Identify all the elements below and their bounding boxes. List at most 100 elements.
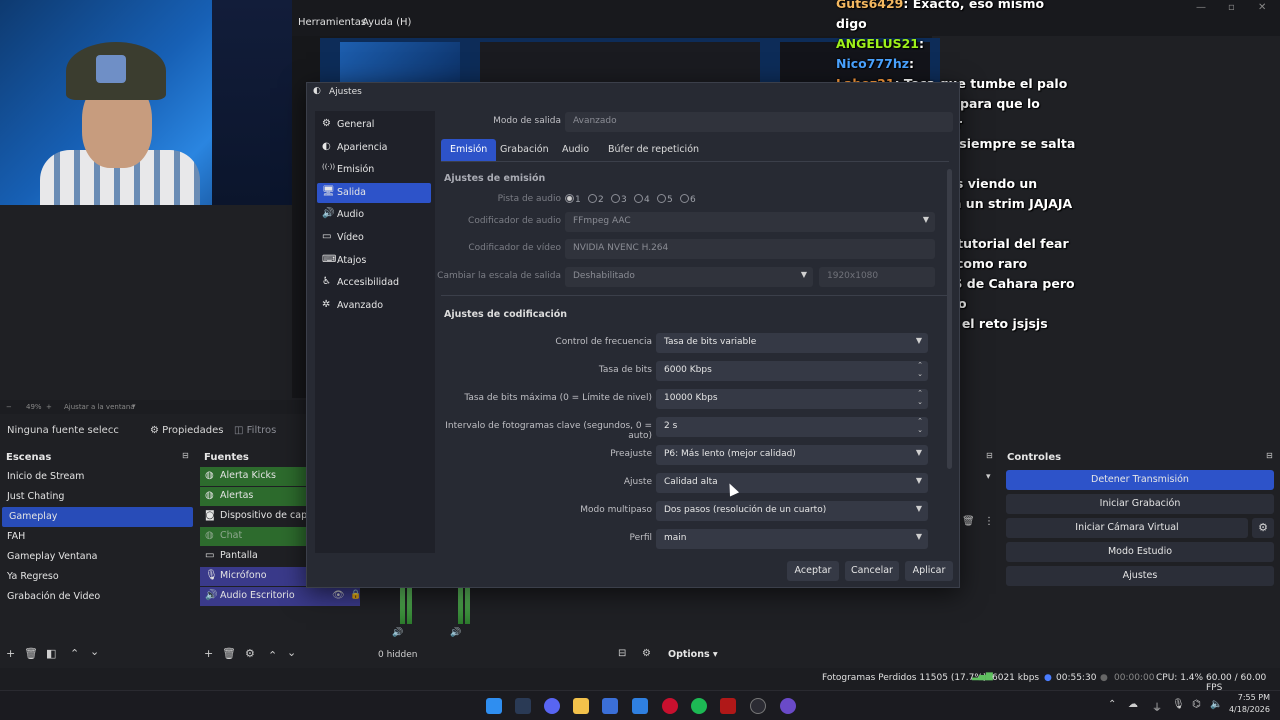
- arrow-down-icon[interactable]: ⌄: [90, 645, 99, 658]
- network-icon[interactable]: ⌬: [1192, 699, 1201, 710]
- dock-menu-icon[interactable]: ⊟: [1266, 451, 1273, 460]
- store-icon[interactable]: [602, 698, 618, 714]
- twitch-icon[interactable]: [780, 698, 796, 714]
- select-dropdown[interactable]: Dos pasos (resolución de un cuarto) ▼: [656, 501, 928, 521]
- trash-icon[interactable]: 🗑: [962, 516, 975, 527]
- dock-menu-icon[interactable]: ⊟: [182, 451, 189, 460]
- zoom-out-button[interactable]: −: [6, 403, 12, 411]
- select-dropdown[interactable]: Calidad alta ▼: [656, 473, 928, 493]
- apply-button[interactable]: Aplicar: [905, 561, 953, 581]
- tab-0[interactable]: Emisión: [441, 139, 497, 161]
- source-item[interactable]: ◙ Dispositivo de captura: [200, 507, 306, 526]
- menu-tools[interactable]: Herramientas: [298, 17, 366, 28]
- lock-icon[interactable]: 🔒: [350, 590, 361, 600]
- sidebar-item-accesibilidad[interactable]: ♿ Accesibilidad: [317, 273, 431, 293]
- clock-time[interactable]: 7:55 PM: [1230, 693, 1270, 702]
- ok-button[interactable]: Aceptar: [787, 561, 839, 581]
- audio-track-radio[interactable]: 6: [680, 194, 696, 205]
- tab-2[interactable]: Audio: [553, 139, 598, 161]
- chevron-down-icon[interactable]: ▾: [132, 402, 136, 410]
- properties-button[interactable]: ⚙ Propiedades: [150, 425, 223, 436]
- speaker-icon[interactable]: 🔊: [450, 628, 461, 638]
- defender-icon[interactable]: [632, 698, 648, 714]
- gear-icon[interactable]: ⚙: [245, 647, 255, 660]
- filters-button[interactable]: ◫ Filtros: [234, 425, 276, 436]
- sidebar-item-atajos[interactable]: ⌨ Atajos: [317, 251, 431, 271]
- chevron-up-icon[interactable]: ⌃: [1108, 699, 1116, 710]
- stop-streaming-button[interactable]: Detener Transmisión: [1006, 470, 1274, 490]
- audio-track-radio[interactable]: 5: [657, 194, 673, 205]
- tab-3[interactable]: Búfer de repetición: [599, 139, 708, 161]
- scrollbar[interactable]: [947, 169, 952, 469]
- rescale-resolution[interactable]: 1920x1080: [819, 267, 935, 287]
- gear-icon[interactable]: ⚙: [1252, 518, 1274, 538]
- layout-icon[interactable]: ⊟: [618, 648, 626, 659]
- scene-item[interactable]: Inicio de Stream: [0, 467, 194, 487]
- options-button[interactable]: Options ▾: [668, 649, 718, 660]
- tab-1[interactable]: Grabación: [491, 139, 558, 161]
- audio-track-radio[interactable]: 3: [611, 194, 627, 205]
- arrow-up-icon[interactable]: ⌃: [268, 649, 277, 662]
- settings-button[interactable]: Ajustes: [1006, 566, 1274, 586]
- cancel-button[interactable]: Cancelar: [845, 561, 899, 581]
- select-dropdown[interactable]: main ▼: [656, 529, 928, 549]
- arrow-up-icon[interactable]: ⌃: [70, 647, 79, 660]
- add-icon[interactable]: +: [204, 647, 213, 660]
- select-dropdown[interactable]: P6: Más lento (mejor calidad) ▼: [656, 445, 928, 465]
- gear-icon[interactable]: ⚙: [642, 648, 651, 659]
- studio-mode-button[interactable]: Modo Estudio: [1006, 542, 1274, 562]
- discord-icon[interactable]: [544, 698, 560, 714]
- source-item[interactable]: ◍ Alertas: [200, 487, 306, 506]
- close-icon[interactable]: ✕: [1258, 2, 1266, 13]
- filter-icon[interactable]: ◧: [46, 647, 56, 660]
- dock-menu-icon[interactable]: ⊟: [986, 451, 993, 460]
- video-encoder-select[interactable]: NVIDIA NVENC H.264: [565, 239, 935, 259]
- scene-item[interactable]: Grabación de Video: [0, 587, 194, 607]
- folder-icon[interactable]: [573, 698, 589, 714]
- source-item[interactable]: ◍ Chat: [200, 527, 306, 546]
- scene-item[interactable]: Ya Regreso: [0, 567, 194, 587]
- windows-start-icon[interactable]: [486, 698, 502, 714]
- source-item[interactable]: ▭ Pantalla: [200, 547, 306, 566]
- trash-icon[interactable]: 🗑: [24, 647, 38, 660]
- cloud-icon[interactable]: ☁: [1128, 699, 1138, 710]
- scene-item[interactable]: FAH: [0, 527, 194, 547]
- select-dropdown[interactable]: Tasa de bits variable ▼: [656, 333, 928, 353]
- scene-item[interactable]: Just Chating: [0, 487, 194, 507]
- microphone-icon[interactable]: 🎙: [1172, 699, 1185, 710]
- scene-item[interactable]: Gameplay Ventana: [0, 547, 194, 567]
- more-icon[interactable]: ⋮: [984, 516, 994, 527]
- source-item[interactable]: 🎙 Micrófono: [200, 567, 306, 586]
- spin-input[interactable]: 2 s ⌃ ⌄: [656, 417, 928, 437]
- start-virtual-camera-button[interactable]: Iniciar Cámara Virtual: [1006, 518, 1248, 538]
- spin-input[interactable]: 10000 Kbps ⌃ ⌄: [656, 389, 928, 409]
- fit-window-label[interactable]: Ajustar a la ventana: [64, 403, 135, 411]
- sidebar-item-salida[interactable]: 🖥 Salida: [317, 182, 431, 203]
- sidebar-item-vdeo[interactable]: ▭ Vídeo: [317, 228, 431, 248]
- audio-track-radio[interactable]: 1: [565, 194, 581, 205]
- sidebar-item-emisin[interactable]: ((·)) Emisión: [317, 160, 431, 180]
- minimize-icon[interactable]: —: [1196, 2, 1206, 13]
- start-recording-button[interactable]: Iniciar Grabación: [1006, 494, 1274, 514]
- scene-item-selected[interactable]: Gameplay: [2, 507, 193, 527]
- sidebar-item-audio[interactable]: 🔊 Audio: [317, 205, 431, 225]
- usb-icon[interactable]: ⏚: [1152, 699, 1162, 714]
- clock-date[interactable]: 4/18/2026: [1226, 705, 1270, 714]
- trash-icon[interactable]: 🗑: [222, 647, 236, 660]
- chevron-down-icon[interactable]: ▾: [986, 472, 991, 482]
- steam-icon[interactable]: [515, 698, 531, 714]
- zoom-in-button[interactable]: +: [46, 403, 52, 411]
- spin-input[interactable]: 6000 Kbps ⌃ ⌄: [656, 361, 928, 381]
- spotify-icon[interactable]: [691, 698, 707, 714]
- sidebar-item-avanzado[interactable]: ✲ Avanzado: [317, 296, 431, 316]
- audio-encoder-select[interactable]: FFmpeg AAC ▼: [565, 212, 935, 232]
- eye-icon[interactable]: 👁: [332, 590, 345, 601]
- app-icon[interactable]: [720, 698, 736, 714]
- speaker-icon[interactable]: 🔊: [392, 628, 403, 638]
- volume-icon[interactable]: 🔈: [1210, 699, 1222, 710]
- arrow-down-icon[interactable]: ⌄: [287, 646, 296, 659]
- add-icon[interactable]: +: [6, 647, 15, 660]
- audio-track-radio[interactable]: 2: [588, 194, 604, 205]
- source-item[interactable]: ◍ Alerta Kicks: [200, 467, 306, 486]
- menu-help[interactable]: Ayuda (H): [362, 17, 411, 28]
